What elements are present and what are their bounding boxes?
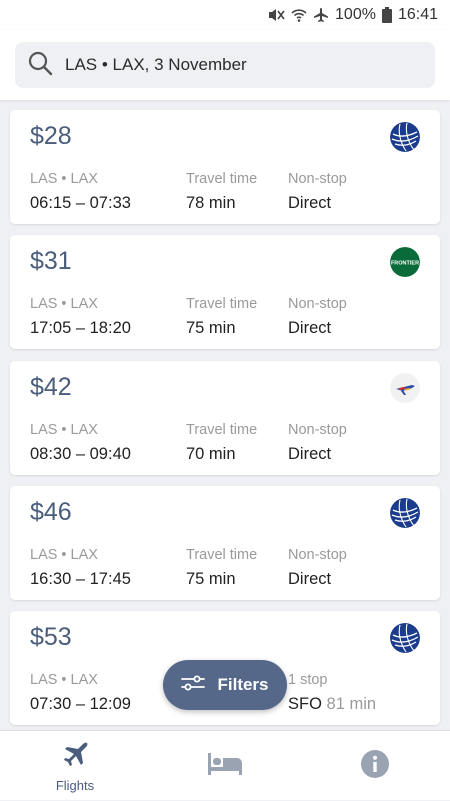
stops-column: Non-stop Direct (288, 421, 347, 465)
stops-label: 1 stop (288, 672, 328, 688)
travel-time-label: Travel time (186, 296, 258, 312)
route-label: LAS • LAX (30, 672, 98, 688)
search-query[interactable]: LAS • LAX, 3 November (65, 55, 247, 75)
route-column: LAS • LAX 06:15 – 07:33 (30, 170, 131, 214)
battery-percent: 100% (335, 6, 376, 23)
travel-time-label: Travel time (186, 547, 258, 563)
stops-label: Non-stop (288, 296, 347, 312)
mute-icon (267, 7, 285, 23)
route-label: LAS • LAX (30, 422, 98, 438)
united-logo-icon (390, 498, 420, 528)
stops-value: Direct (288, 194, 332, 212)
stops-label: Non-stop (288, 171, 347, 187)
united-logo-icon (390, 623, 420, 653)
flight-times: 17:05 – 18:20 (30, 319, 131, 337)
travel-time-label: Travel time (186, 171, 258, 187)
filters-label: Filters (217, 675, 269, 694)
flight-times: 06:15 – 07:33 (30, 194, 131, 212)
flight-price: $42 (30, 373, 72, 401)
flight-list[interactable]: $28 LAS • LAX 06:15 – 07:33 Travel time … (0, 100, 450, 730)
filters-button[interactable]: Filters (163, 660, 287, 710)
route-column: LAS • LAX 07:30 – 12:09 (30, 671, 131, 715)
route-column: LAS • LAX 16:30 – 17:45 (30, 546, 131, 590)
airplane-mode-icon (313, 7, 329, 23)
route-label: LAS • LAX (30, 296, 98, 312)
layover-duration: 81 min (326, 695, 377, 713)
info-icon (360, 749, 390, 784)
route-label: LAS • LAX (30, 547, 98, 563)
flight-times: 08:30 – 09:40 (30, 445, 131, 463)
flight-card[interactable]: $31 FRONTIER LAS • LAX 17:05 – 18:20 Tra… (10, 235, 440, 349)
travel-time-label: Travel time (186, 422, 258, 438)
wifi-icon (291, 7, 307, 23)
airplane-icon (60, 739, 90, 774)
stopover-airport: SFO (288, 695, 322, 713)
travel-time-value: 70 min (186, 445, 236, 463)
search-bar[interactable]: LAS • LAX, 3 November (15, 42, 435, 88)
stops-value: Direct (288, 570, 332, 588)
travel-time-column: Travel time 70 min (186, 421, 257, 465)
flight-card[interactable]: $28 LAS • LAX 06:15 – 07:33 Travel time … (10, 110, 440, 224)
flight-card[interactable]: $42 LAS • LAX 08:30 – 09:40 Travel time … (10, 361, 440, 475)
stops-label: Non-stop (288, 547, 347, 563)
travel-time-value: 75 min (186, 319, 236, 337)
flight-price: $31 (30, 247, 72, 275)
bottom-nav: Flights (0, 730, 450, 800)
search-icon (27, 50, 53, 81)
bed-icon (207, 751, 243, 782)
flight-times: 07:30 – 12:09 (30, 695, 131, 713)
travel-time-column: Travel time 75 min (186, 295, 257, 339)
stops-column: Non-stop Direct (288, 170, 347, 214)
nav-info[interactable] (300, 731, 450, 801)
travel-time-column: Travel time 78 min (186, 170, 257, 214)
filter-sliders-icon (181, 674, 206, 697)
route-column: LAS • LAX 08:30 – 09:40 (30, 421, 131, 465)
flight-price: $28 (30, 122, 72, 150)
status-bar: 100% 16:41 (0, 0, 450, 30)
travel-time-value: 78 min (186, 194, 236, 212)
clock: 16:41 (397, 6, 438, 23)
nav-flights-label: Flights (55, 778, 95, 793)
stops-column: Non-stop Direct (288, 546, 347, 590)
route-label: LAS • LAX (30, 171, 98, 187)
travel-time-value: 75 min (186, 570, 236, 588)
stops-value: Direct (288, 319, 332, 337)
header: LAS • LAX, 3 November (0, 30, 450, 100)
stops-column: 1 stop SFO 81 min (288, 671, 376, 715)
southwest-logo-icon (390, 373, 420, 403)
travel-time-column: Travel time 75 min (186, 546, 257, 590)
route-column: LAS • LAX 17:05 – 18:20 (30, 295, 131, 339)
frontier-logo-icon: FRONTIER (390, 247, 420, 277)
nav-flights[interactable]: Flights (0, 731, 150, 801)
stops-value: SFO 81 min (288, 693, 376, 715)
stops-value: Direct (288, 445, 332, 463)
united-logo-icon (390, 122, 420, 152)
flight-times: 16:30 – 17:45 (30, 570, 131, 588)
flight-price: $53 (30, 623, 72, 651)
frontier-logo-text: FRONTIER (391, 261, 419, 267)
stops-label: Non-stop (288, 422, 347, 438)
flight-price: $46 (30, 498, 72, 526)
battery-icon (381, 7, 392, 23)
stops-column: Non-stop Direct (288, 295, 347, 339)
nav-hotels[interactable] (150, 731, 300, 801)
flight-card[interactable]: $46 LAS • LAX 16:30 – 17:45 Travel time … (10, 486, 440, 600)
